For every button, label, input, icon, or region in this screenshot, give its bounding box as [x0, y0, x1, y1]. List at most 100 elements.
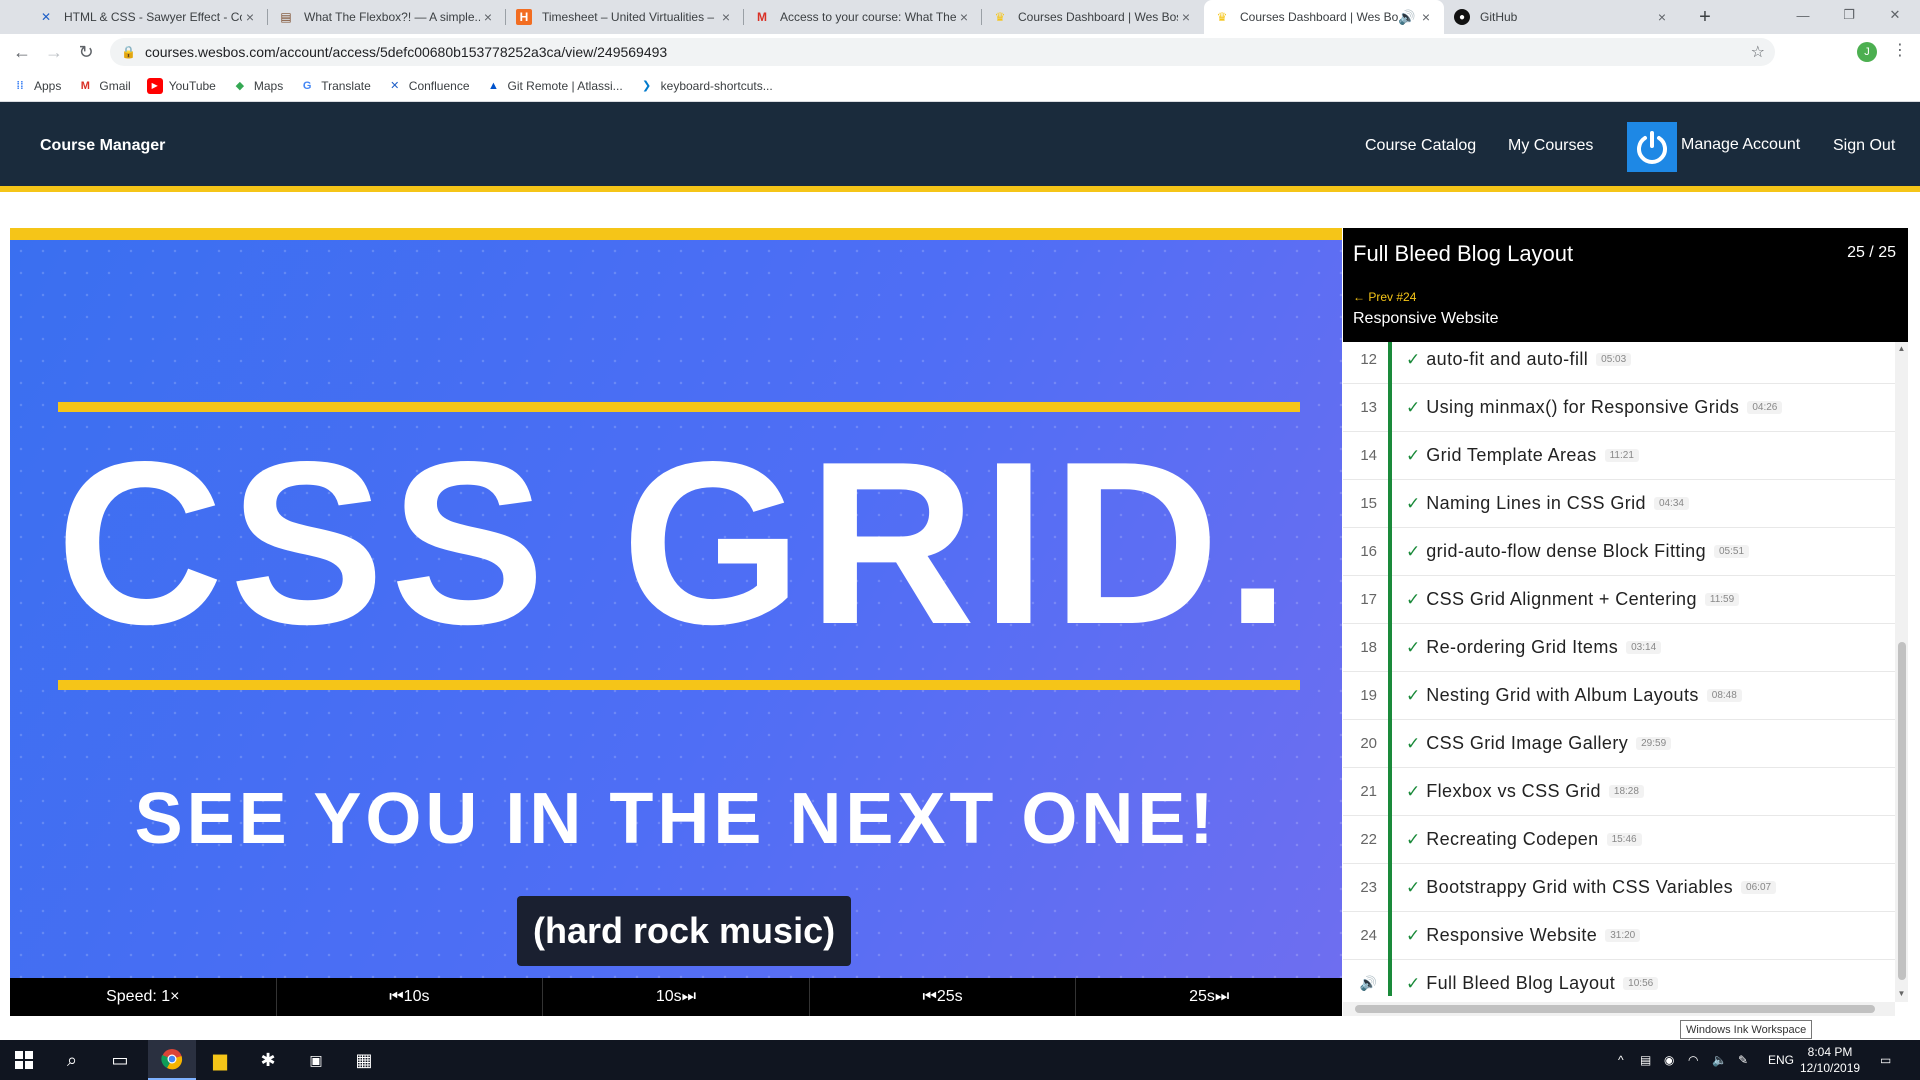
lesson-item[interactable]: 20 ✓ CSS Grid Image Gallery 29:59 [1343, 719, 1895, 768]
lesson-item[interactable]: 19 ✓ Nesting Grid with Album Layouts 08:48 [1343, 671, 1895, 720]
lesson-item[interactable]: 12 ✓ auto-fit and auto-fill 05:03 [1343, 342, 1895, 384]
video-player[interactable]: CSS GRID. SEE YOU IN THE NEXT ONE! (hard… [10, 228, 1342, 1016]
sidebar-scrollbar[interactable]: ▲ ▼ [1895, 342, 1908, 1002]
browser-tab[interactable]: ▤ What The Flexbox?! — A simple... × [268, 0, 506, 34]
slack-icon[interactable]: ✱ [244, 1040, 292, 1080]
lesson-item[interactable]: 23 ✓ Bootstrappy Grid with CSS Variables 06… [1343, 863, 1895, 912]
task-view-icon[interactable]: ▭ [96, 1040, 144, 1080]
file-explorer-icon[interactable]: ▆ [196, 1040, 244, 1080]
windows-start-icon[interactable] [0, 1040, 48, 1080]
lesson-item[interactable]: 22 ✓ Recreating Codepen 15:46 [1343, 815, 1895, 864]
close-window-icon[interactable]: ✕ [1872, 0, 1918, 30]
close-tab-icon[interactable]: × [242, 9, 258, 25]
reload-icon[interactable]: ↻ [74, 40, 98, 64]
lesson-item[interactable]: 18 ✓ Re-ordering Grid Items 03:14 [1343, 623, 1895, 672]
browser-tab[interactable]: H Timesheet – United Virtualities – × [506, 0, 744, 34]
minimize-window-icon[interactable]: — [1780, 0, 1826, 30]
bookmark-git-remote[interactable]: ▲ Git Remote | Atlassi... [486, 78, 623, 94]
lesson-item[interactable]: 13 ✓ Using minmax() for Responsive Grids 04… [1343, 383, 1895, 432]
horizontal-scrollbar-thumb[interactable] [1355, 1005, 1875, 1013]
close-tab-icon[interactable]: × [1418, 9, 1434, 25]
scroll-up-arrow-icon[interactable]: ▲ [1895, 344, 1908, 353]
notifications-icon[interactable]: ▭ [1880, 1040, 1891, 1080]
bookmark-confluence[interactable]: ✕ Confluence [387, 78, 469, 94]
forward-arrow-icon[interactable]: → [42, 40, 66, 64]
prev-lesson-name[interactable]: Responsive Website [1353, 310, 1499, 328]
profile-avatar[interactable]: J [1857, 42, 1877, 62]
lesson-item-current[interactable]: 🔊 ✓ Full Bleed Blog Layout 10:56 [1343, 959, 1895, 996]
lesson-progress-bar [1388, 959, 1392, 996]
nav-my-courses[interactable]: My Courses [1508, 137, 1593, 155]
close-tab-icon[interactable]: × [480, 9, 496, 25]
prev-lesson-link[interactable]: ← Prev #24 [1353, 290, 1416, 304]
search-icon[interactable]: ⌕ [48, 1040, 96, 1080]
scroll-down-arrow-icon[interactable]: ▼ [1895, 989, 1908, 998]
browser-tab[interactable]: ♛ Courses Dashboard | Wes Bos × [982, 0, 1204, 34]
chrome-icon[interactable] [148, 1040, 196, 1080]
wifi-icon[interactable]: ◠ [1688, 1040, 1698, 1080]
tray-icon[interactable]: ◉ [1664, 1040, 1674, 1080]
system-clock[interactable]: 8:04 PM 12/10/2019 [1800, 1044, 1860, 1076]
rewind-25s-button[interactable]: ⏮25s [810, 978, 1077, 1016]
windows-ink-icon[interactable]: ✎ [1738, 1040, 1748, 1080]
terminal-icon[interactable]: ▣ [292, 1040, 340, 1080]
nav-course-catalog[interactable]: Course Catalog [1365, 137, 1476, 155]
lesson-name: Using minmax() for Responsive Grids [1426, 397, 1740, 417]
scrollbar-thumb[interactable] [1898, 642, 1906, 980]
close-tab-icon[interactable]: × [1178, 9, 1194, 25]
new-tab-button[interactable]: + [1690, 0, 1720, 34]
video-top-strip [10, 228, 1342, 240]
lesson-item[interactable]: 14 ✓ Grid Template Areas 11:21 [1343, 431, 1895, 480]
lesson-item[interactable]: 16 ✓ grid-auto-flow dense Block Fitting 05:… [1343, 527, 1895, 576]
bookmark-translate[interactable]: G Translate [299, 78, 371, 94]
check-icon: ✓ [1406, 445, 1421, 465]
close-tab-icon[interactable]: × [718, 9, 734, 25]
browser-tab-active[interactable]: ♛ Courses Dashboard | Wes Bo 🔊 × [1204, 0, 1444, 34]
speed-button[interactable]: Speed: 1× [10, 978, 277, 1016]
browser-menu-icon[interactable]: ⋮ [1892, 40, 1908, 60]
bookmark-youtube[interactable]: ▶ YouTube [146, 77, 216, 94]
forward-25s-button[interactable]: 25s⏭ [1076, 978, 1342, 1016]
tray-chevron-icon[interactable]: ^ [1618, 1040, 1624, 1080]
windows-taskbar: ⌕ ▭ ▆ ✱ ▣ ▦ ^ ▤ ◉ ◠ 🔈 ✎ ENG 8:04 PM 12/1… [0, 1040, 1920, 1080]
close-tab-icon[interactable]: × [956, 9, 972, 25]
forward-10s-button[interactable]: 10s⏭ [543, 978, 810, 1016]
nav-manage-account[interactable]: Manage Account [1681, 136, 1800, 154]
brand-link[interactable]: Course Manager [40, 137, 165, 155]
lesson-name: CSS Grid Alignment + Centering [1426, 589, 1697, 609]
current-lesson-title: Full Bleed Blog Layout [1353, 241, 1574, 266]
crown-icon: ♛ [1216, 10, 1228, 24]
page-icon: ▤ [280, 10, 292, 24]
calculator-icon[interactable]: ▦ [340, 1040, 388, 1080]
rewind-10s-button[interactable]: ⏮10s [277, 978, 544, 1016]
lesson-duration: 11:59 [1704, 593, 1740, 606]
bookmark-gmail[interactable]: M Gmail [77, 78, 131, 94]
nav-sign-out[interactable]: Sign Out [1833, 137, 1895, 155]
lesson-item[interactable]: 21 ✓ Flexbox vs CSS Grid 18:28 [1343, 767, 1895, 816]
bookmark-apps[interactable]: ⁞⁞ Apps [12, 78, 61, 94]
lesson-item[interactable]: 17 ✓ CSS Grid Alignment + Centering 11:59 [1343, 575, 1895, 624]
power-icon[interactable] [1627, 122, 1677, 172]
url-field[interactable]: 🔒 courses.wesbos.com/account/access/5def… [110, 38, 1775, 66]
lesson-item[interactable]: 15 ✓ Naming Lines in CSS Grid 04:34 [1343, 479, 1895, 528]
horizontal-scrollbar[interactable] [1343, 1002, 1895, 1016]
browser-tab[interactable]: ✕ HTML & CSS - Sawyer Effect - Co × [28, 0, 268, 34]
browser-tab[interactable]: ● GitHub × [1444, 0, 1680, 34]
back-arrow-icon[interactable]: ← [10, 40, 34, 64]
language-indicator[interactable]: ENG [1768, 1040, 1794, 1080]
lesson-number: 16 [1360, 543, 1377, 560]
volume-icon[interactable]: 🔈 [1712, 1040, 1727, 1080]
lesson-number: 18 [1360, 639, 1377, 656]
browser-tab[interactable]: M Access to your course: What The × [744, 0, 982, 34]
bookmark-maps[interactable]: ◆ Maps [232, 78, 284, 94]
lesson-progress-bar [1388, 623, 1392, 672]
close-tab-icon[interactable]: × [1654, 9, 1670, 25]
address-bar-row: ← → ↻ 🔒 courses.wesbos.com/account/acces… [0, 34, 1920, 70]
restore-window-icon[interactable]: ❐ [1826, 0, 1872, 30]
audio-playing-icon[interactable]: 🔊 [1398, 9, 1415, 26]
check-icon: ✓ [1406, 925, 1421, 945]
bookmark-star-icon[interactable]: ☆ [1751, 42, 1765, 62]
tray-icon[interactable]: ▤ [1640, 1040, 1651, 1080]
lesson-item[interactable]: 24 ✓ Responsive Website 31:20 [1343, 911, 1895, 960]
bookmark-keyboard-shortcuts[interactable]: ❯ keyboard-shortcuts... [639, 78, 773, 94]
